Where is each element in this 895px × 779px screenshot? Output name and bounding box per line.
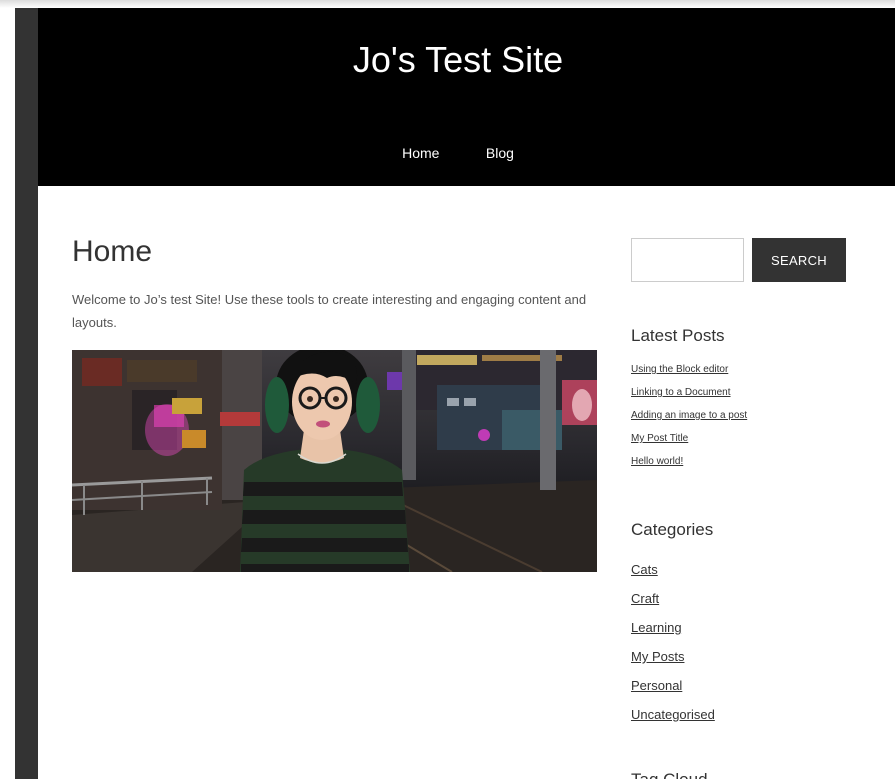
tag-cloud-widget: Tag Cloud: [631, 769, 708, 779]
site-header: Jo's Test Site Home Blog: [38, 8, 895, 186]
search-form: SEARCH: [631, 238, 851, 282]
latest-post-link[interactable]: Adding an image to a post: [631, 409, 747, 422]
categories-title: Categories: [631, 520, 714, 539]
main-nav: Home Blog: [38, 145, 878, 163]
nav-item-blog[interactable]: Blog: [486, 145, 514, 161]
search-input[interactable]: [631, 238, 744, 282]
avatar-street-scene-image: [72, 350, 597, 572]
category-link[interactable]: Craft: [631, 590, 715, 607]
page-title: Home: [72, 235, 153, 268]
site-title[interactable]: Jo's Test Site: [38, 38, 878, 82]
category-link[interactable]: Uncategorised: [631, 706, 715, 723]
tag-cloud-title: Tag Cloud: [631, 769, 708, 779]
latest-post-link[interactable]: Using the Block editor: [631, 363, 747, 376]
intro-text: Welcome to Jo’s test Site! Use these too…: [72, 292, 587, 330]
latest-post-link[interactable]: Linking to a Document: [631, 386, 747, 399]
site-container: Jo's Test Site Home Blog Home Welcome to…: [38, 8, 895, 779]
latest-posts-widget: Latest Posts Using the Block editor Link…: [631, 325, 747, 478]
category-link[interactable]: Cats: [631, 561, 715, 578]
search-button[interactable]: SEARCH: [752, 238, 846, 282]
categories-widget: Categories Cats Craft Learning My Posts …: [631, 519, 715, 735]
hero-image: [72, 350, 597, 572]
sidebar: SEARCH Latest Posts Using the Block edit…: [631, 238, 851, 779]
nav-item-home[interactable]: Home: [402, 145, 439, 161]
category-link[interactable]: My Posts: [631, 648, 715, 665]
category-link[interactable]: Learning: [631, 619, 715, 636]
latest-posts-title: Latest Posts: [631, 326, 725, 345]
latest-post-link[interactable]: My Post Title: [631, 432, 747, 445]
latest-post-link[interactable]: Hello world!: [631, 455, 747, 468]
category-link[interactable]: Personal: [631, 677, 715, 694]
main-content: Home Welcome to Jo’s test Site! Use thes…: [72, 234, 597, 334]
page-shadow: [0, 0, 895, 8]
